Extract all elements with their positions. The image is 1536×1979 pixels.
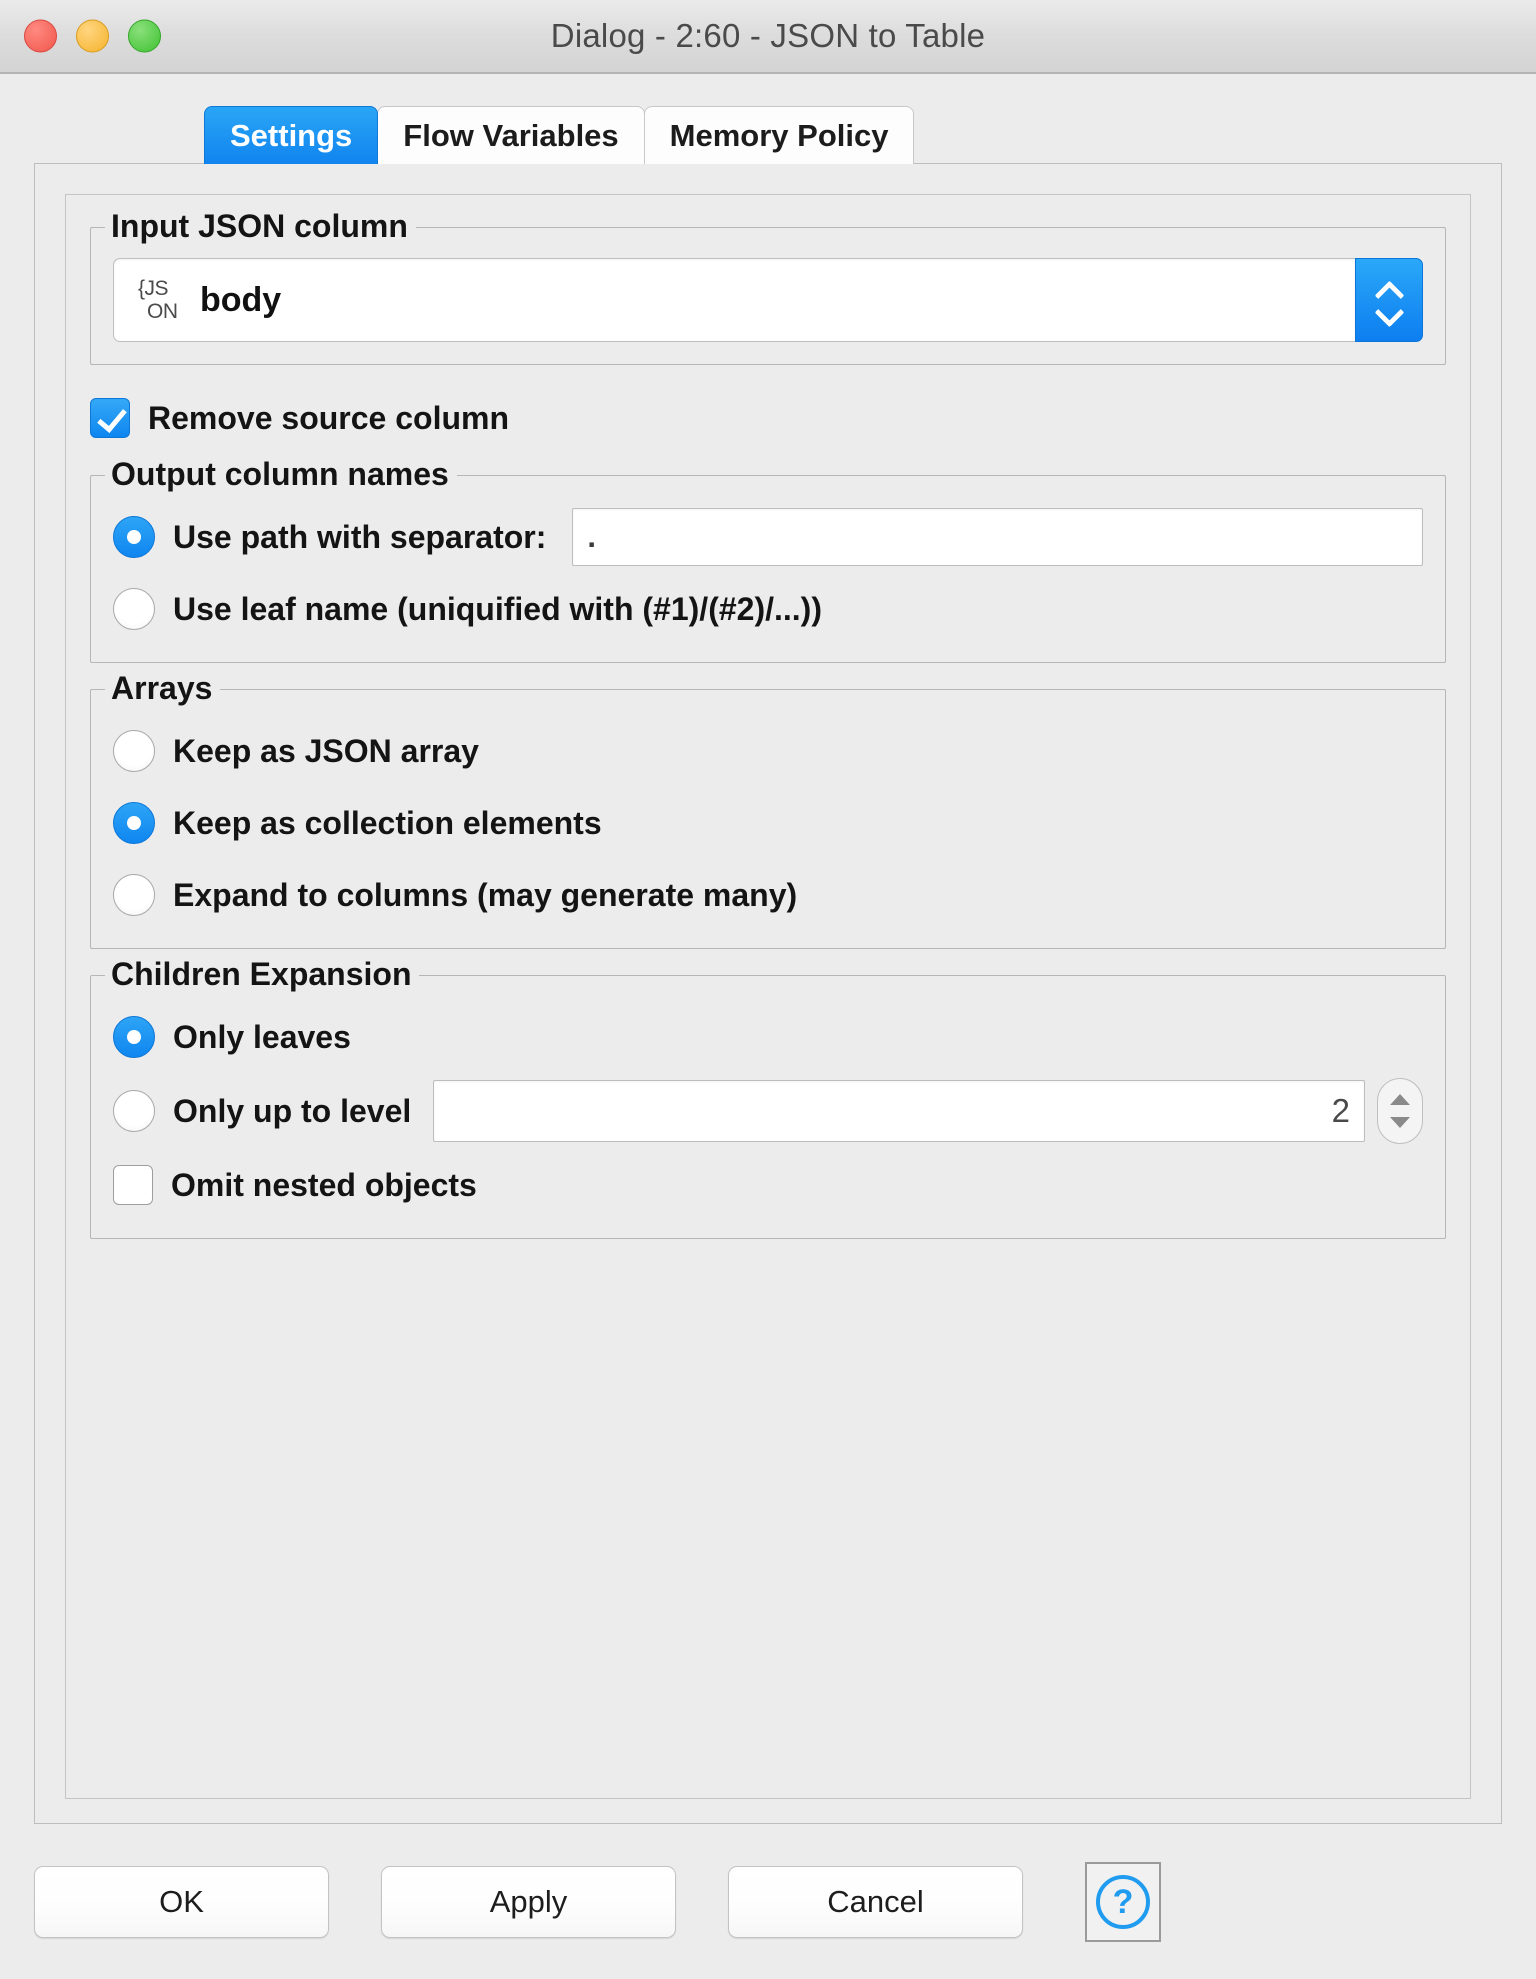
maximize-window-button[interactable] <box>128 19 161 53</box>
apply-button[interactable]: Apply <box>381 1865 676 1938</box>
chevron-up-icon <box>1376 283 1402 296</box>
level-input[interactable]: 2 <box>433 1080 1365 1142</box>
tab-settings[interactable]: Settings <box>204 106 379 164</box>
tab-memory-policy[interactable]: Memory Policy <box>643 106 915 164</box>
only-leaves-radio[interactable] <box>113 1016 155 1058</box>
json-icon-line1: {JS <box>138 277 169 300</box>
tab-bar: Settings Flow Variables Memory Policy <box>34 102 1502 164</box>
group-children-expansion: Children Expansion Only leaves Only up t… <box>90 955 1446 1239</box>
expand-to-columns-radio[interactable] <box>113 874 155 916</box>
level-stepper[interactable] <box>1377 1078 1423 1144</box>
cancel-button[interactable]: Cancel <box>728 1865 1023 1938</box>
group-arrays-title: Arrays <box>105 669 221 707</box>
json-icon-line2: ON <box>147 300 178 323</box>
ok-button[interactable]: OK <box>34 1865 329 1938</box>
group-output-column-names-title: Output column names <box>105 455 457 493</box>
tab-settings-label: Settings <box>230 118 353 153</box>
keep-as-json-array-label: Keep as JSON array <box>173 732 479 769</box>
group-children-expansion-title: Children Expansion <box>105 955 420 993</box>
use-leaf-name-label: Use leaf name (uniquified with (#1)/(#2)… <box>173 590 822 627</box>
tab-content-settings: Input JSON column {JS ON body Remove sou… <box>34 163 1502 1824</box>
expand-to-columns-row[interactable]: Expand to columns (may generate many) <box>113 864 1423 926</box>
expand-to-columns-label: Expand to columns (may generate many) <box>173 876 798 913</box>
tab-memory-policy-label: Memory Policy <box>669 118 889 153</box>
use-leaf-name-radio[interactable] <box>113 588 155 630</box>
separator-input[interactable]: . <box>572 508 1423 566</box>
only-leaves-label: Only leaves <box>173 1018 351 1055</box>
settings-panel: Input JSON column {JS ON body Remove sou… <box>65 194 1471 1799</box>
dialog-window: Dialog - 2:60 - JSON to Table Settings F… <box>0 0 1536 1979</box>
keep-as-collection-elements-radio[interactable] <box>113 802 155 844</box>
titlebar: Dialog - 2:60 - JSON to Table <box>0 0 1536 74</box>
minimize-window-button[interactable] <box>76 19 109 53</box>
input-json-column-value: body <box>200 280 282 319</box>
use-path-with-separator-label: Use path with separator: <box>173 518 547 555</box>
only-up-to-level-label: Only up to level <box>173 1092 412 1129</box>
stepper-down-icon[interactable] <box>1390 1117 1410 1128</box>
group-arrays: Arrays Keep as JSON array Keep as collec… <box>90 669 1446 949</box>
keep-as-json-array-radio[interactable] <box>113 730 155 772</box>
use-path-with-separator-radio[interactable] <box>113 516 155 558</box>
apply-button-label: Apply <box>489 1883 568 1919</box>
input-json-column-dropdown-button[interactable] <box>1355 258 1423 342</box>
ok-button-label: OK <box>159 1883 204 1919</box>
tab-panel: Settings Flow Variables Memory Policy In… <box>34 102 1502 1824</box>
only-leaves-row[interactable]: Only leaves <box>113 1006 1423 1068</box>
omit-nested-objects-checkbox[interactable] <box>113 1165 153 1205</box>
input-json-column-combo-row: {JS ON body <box>113 258 1423 342</box>
json-column-icon: {JS ON <box>138 277 196 323</box>
keep-as-collection-elements-row[interactable]: Keep as collection elements <box>113 792 1423 854</box>
dialog-footer: OK Apply Cancel ? <box>0 1824 1536 1979</box>
keep-as-json-array-row[interactable]: Keep as JSON array <box>113 720 1423 782</box>
remove-source-column-checkbox[interactable] <box>90 398 130 438</box>
chevron-down-icon <box>1376 305 1402 318</box>
remove-source-column-label: Remove source column <box>148 399 509 436</box>
dialog-body: Settings Flow Variables Memory Policy In… <box>0 74 1536 1824</box>
keep-as-collection-elements-label: Keep as collection elements <box>173 804 602 841</box>
omit-nested-objects-label: Omit nested objects <box>171 1166 477 1203</box>
cancel-button-label: Cancel <box>827 1883 924 1919</box>
group-input-json-column: Input JSON column {JS ON body <box>90 207 1446 365</box>
help-button[interactable]: ? <box>1085 1861 1161 1942</box>
tab-flow-variables[interactable]: Flow Variables <box>377 106 645 164</box>
use-leaf-name-row[interactable]: Use leaf name (uniquified with (#1)/(#2)… <box>113 578 1423 640</box>
omit-nested-objects-row[interactable]: Omit nested objects <box>113 1154 1423 1216</box>
group-input-json-column-title: Input JSON column <box>105 207 416 245</box>
input-json-column-select[interactable]: {JS ON body <box>113 258 1355 342</box>
tab-flow-variables-label: Flow Variables <box>403 118 619 153</box>
close-window-button[interactable] <box>24 19 57 53</box>
help-icon: ? <box>1096 1874 1150 1929</box>
group-output-column-names: Output column names Use path with separa… <box>90 455 1446 663</box>
use-path-with-separator-row[interactable]: Use path with separator: . <box>113 506 1423 568</box>
only-up-to-level-row[interactable]: Only up to level 2 <box>113 1078 1423 1144</box>
traffic-lights <box>24 19 161 53</box>
remove-source-column-row[interactable]: Remove source column <box>90 387 1446 449</box>
only-up-to-level-radio[interactable] <box>113 1090 155 1132</box>
window-title: Dialog - 2:60 - JSON to Table <box>550 17 986 54</box>
stepper-up-icon[interactable] <box>1390 1094 1410 1105</box>
